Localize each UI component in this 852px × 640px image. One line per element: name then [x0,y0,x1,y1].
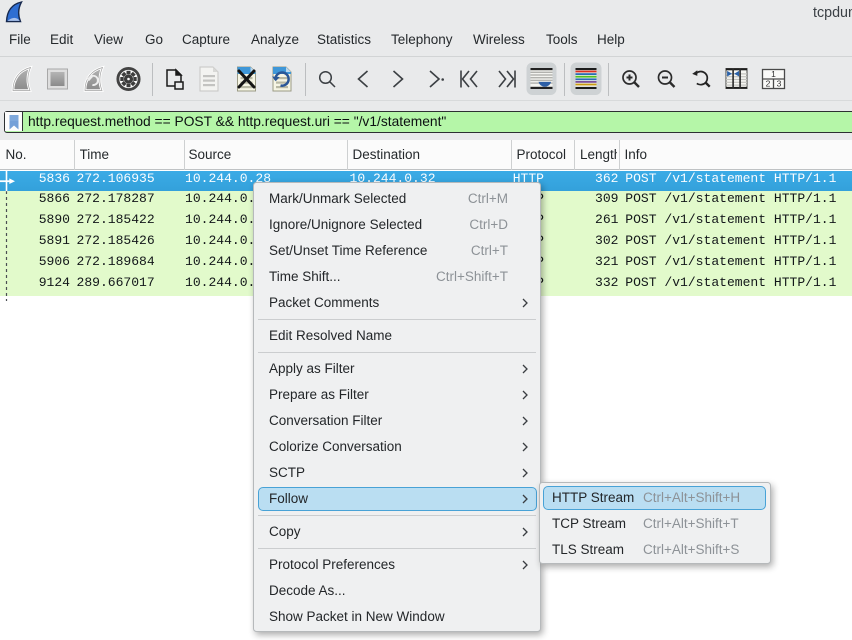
svg-text:3: 3 [777,78,782,88]
svg-text:1: 1 [771,69,776,79]
svg-text:2: 2 [766,78,771,88]
